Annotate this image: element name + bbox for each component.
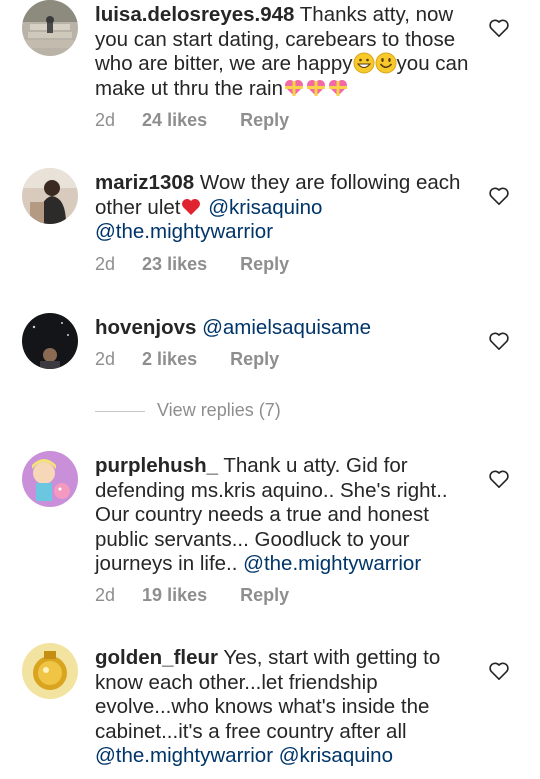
comment-text: purplehush_ Thank u atty. Gid for defend… xyxy=(95,454,448,575)
smiling-emoji-icon xyxy=(375,52,397,74)
likes-count[interactable]: 24 likes xyxy=(142,110,207,131)
like-heart-icon[interactable] xyxy=(488,18,510,38)
likes-count[interactable]: 19 likes xyxy=(142,585,207,606)
avatar-gold-icon xyxy=(22,643,78,699)
like-heart-icon[interactable] xyxy=(488,661,510,681)
mention-link[interactable]: @krisaquino xyxy=(279,744,393,767)
comment-time: 2d xyxy=(95,254,116,274)
avatar[interactable] xyxy=(22,0,78,56)
comment-meta: 2d 2 likes Reply xyxy=(95,349,279,370)
divider-line xyxy=(95,410,145,412)
avatar-photo-dark-icon xyxy=(22,313,78,369)
like-heart-icon[interactable] xyxy=(488,331,510,351)
likes-count[interactable]: 2 likes xyxy=(142,349,197,370)
comment-text: mariz1308 Wow they are following each ot… xyxy=(95,171,461,243)
mention-link[interactable]: @krisaquino xyxy=(208,196,322,219)
comment-meta: 2d 24 likes Reply xyxy=(95,110,289,131)
mention-link[interactable]: @the.mightywarrior xyxy=(95,220,273,243)
reply-button[interactable]: Reply xyxy=(240,254,289,275)
like-heart-icon[interactable] xyxy=(488,469,510,489)
avatar[interactable] xyxy=(22,168,78,224)
comment-time: 2d xyxy=(95,110,116,130)
reply-button[interactable]: Reply xyxy=(240,110,289,131)
avatar-cartoon-icon xyxy=(22,451,78,507)
heart-ribbon-emoji-icon xyxy=(285,79,304,96)
comment-text: hovenjovs @amielsaquisame xyxy=(95,316,480,341)
reply-button[interactable]: Reply xyxy=(230,349,279,370)
comment-time: 2d xyxy=(95,349,116,369)
mention-link[interactable]: @the.mightywarrior xyxy=(243,552,421,575)
avatar-photo-person-icon xyxy=(22,168,78,224)
avatar[interactable] xyxy=(22,643,78,699)
reply-button[interactable]: Reply xyxy=(240,585,289,606)
grinning-emoji-icon xyxy=(353,52,375,74)
username[interactable]: hovenjovs xyxy=(95,316,196,339)
like-heart-icon[interactable] xyxy=(488,186,510,206)
comment-text: luisa.delosreyes.948 Thanks atty, now yo… xyxy=(95,3,469,100)
username[interactable]: golden_fleur xyxy=(95,646,218,669)
heart-ribbon-emoji-icon xyxy=(329,79,348,96)
username[interactable]: mariz1308 xyxy=(95,171,194,194)
likes-count[interactable]: 23 likes xyxy=(142,254,207,275)
avatar[interactable] xyxy=(22,313,78,369)
username[interactable]: luisa.delosreyes.948 xyxy=(95,3,294,26)
comment-meta: 2d 23 likes Reply xyxy=(95,254,289,275)
red-heart-emoji-icon xyxy=(182,198,201,215)
heart-ribbon-emoji-icon xyxy=(307,79,326,96)
view-replies-button[interactable]: View replies (7) xyxy=(95,400,281,421)
comment-meta: 2d 19 likes Reply xyxy=(95,585,289,606)
mention-link[interactable]: @amielsaquisame xyxy=(202,316,371,339)
avatar[interactable] xyxy=(22,451,78,507)
avatar-photo-stairs-icon xyxy=(22,0,78,56)
username[interactable]: purplehush_ xyxy=(95,454,218,477)
mention-link[interactable]: @the.mightywarrior xyxy=(95,744,273,767)
comment-time: 2d xyxy=(95,585,116,605)
comment-text: golden_fleur Yes, start with getting to … xyxy=(95,646,441,767)
